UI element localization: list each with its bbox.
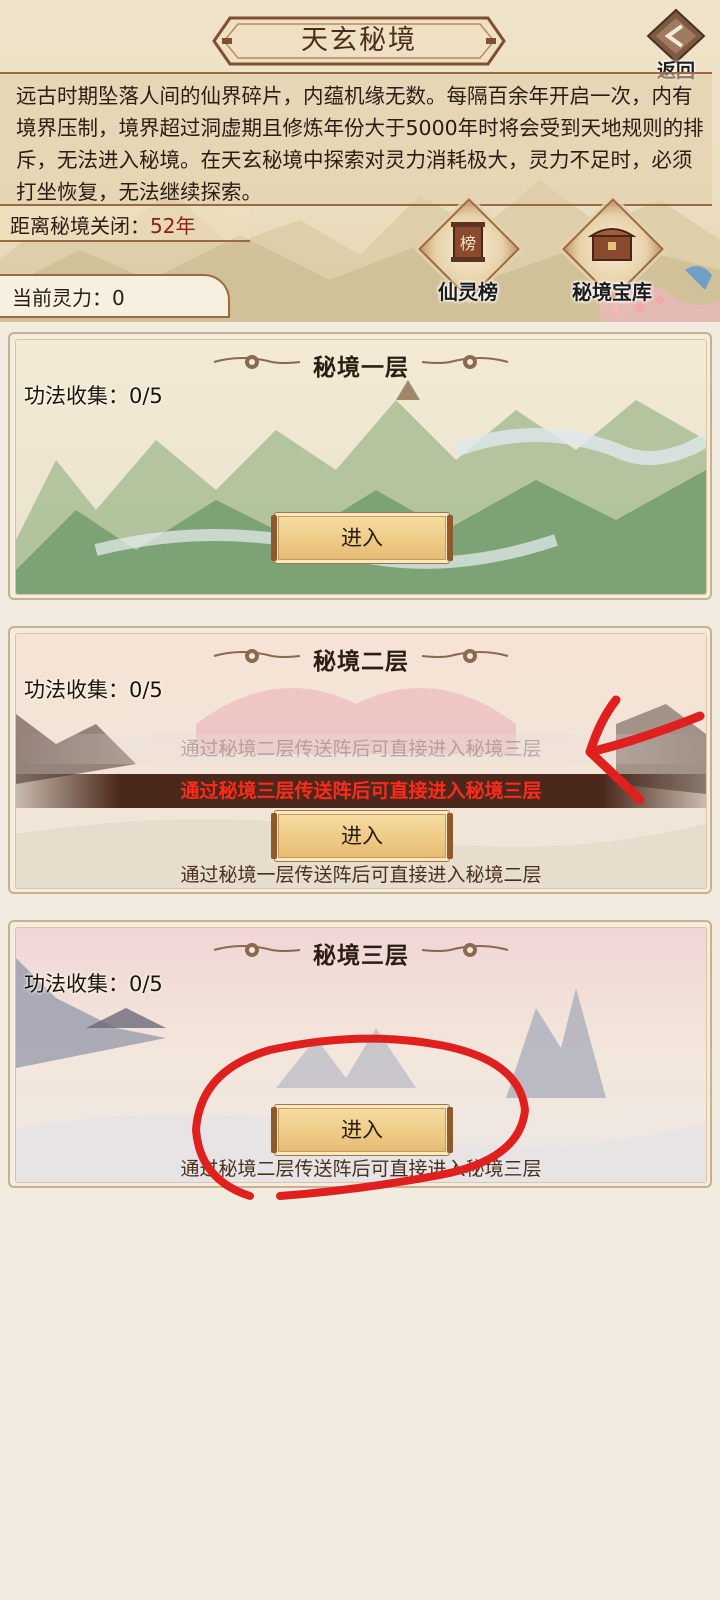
faded-notice: 通过秘境二层传送阵后可直接进入秘境三层 (16, 734, 706, 764)
collect-label: 功法收集： (24, 384, 129, 408)
treasury-label: 秘境宝库 (572, 280, 652, 304)
ranking-scroll-icon: 榜 (416, 220, 520, 268)
enter-button-layer-2[interactable]: 进入 (271, 810, 453, 862)
ranking-button[interactable]: 榜 仙灵榜 (416, 198, 520, 312)
technique-collection: 功法收集：0/5 (24, 674, 163, 704)
description-text: 远古时期坠落人间的仙界碎片，内蕴机缘无数。每隔百余年开启一次，内有境界压制，境界… (16, 84, 704, 204)
treasure-chest-icon (560, 220, 664, 268)
collect-label: 功法收集： (24, 678, 129, 702)
unlock-hint: 通过秘境二层传送阵后可直接进入秘境三层 (180, 1158, 542, 1180)
layer-card-1: 秘境一层 功法收集：0/5 进入 (8, 332, 712, 600)
technique-collection: 功法收集：0/5 (24, 968, 163, 998)
enter-button-layer-1[interactable]: 进入 (271, 512, 453, 564)
header-panel: 天玄秘境 返回 远古时期坠落人间的仙界碎片，内蕴机缘无数。每隔百余年开启一次，内… (0, 0, 720, 322)
collect-value: 0/5 (129, 678, 163, 702)
collect-value: 0/5 (129, 384, 163, 408)
back-button[interactable]: 返回 (638, 6, 714, 82)
countdown-value: 52年 (150, 214, 196, 238)
enter-button-layer-3[interactable]: 进入 (271, 1104, 453, 1156)
layer-card-3: 秘境三层 功法收集：0/5 进入 通过秘境二层传送阵后可直接进入秘境三层 (8, 920, 712, 1188)
spirit-value: 0 (112, 286, 125, 310)
countdown-label: 距离秘境关闭： (10, 214, 150, 238)
spirit-label: 当前灵力： (12, 286, 112, 310)
unlock-hint: 通过秘境一层传送阵后可直接进入秘境二层 (180, 864, 542, 886)
layer-card-2: 秘境二层 功法收集：0/5 通过秘境二层传送阵后可直接进入秘境三层 通过秘境三层… (8, 626, 712, 894)
spirit-power: 当前灵力：0 (12, 282, 125, 311)
ranking-label: 仙灵榜 (438, 280, 498, 304)
countdown: 距离秘境关闭：52年 (10, 210, 195, 239)
layer-title: 秘境一层 (313, 355, 409, 381)
title-banner: 天玄秘境 (212, 14, 506, 68)
layer-title: 秘境二层 (313, 649, 409, 675)
page-title: 天玄秘境 (301, 25, 417, 56)
technique-collection: 功法收集：0/5 (24, 380, 163, 410)
collect-label: 功法收集： (24, 972, 129, 996)
ranking-glyph: 榜 (460, 234, 476, 253)
collect-value: 0/5 (129, 972, 163, 996)
treasury-button[interactable]: 秘境宝库 (560, 198, 664, 312)
layer-title: 秘境三层 (313, 943, 409, 969)
warning-banner: 通过秘境三层传送阵后可直接进入秘境三层 (16, 774, 706, 808)
